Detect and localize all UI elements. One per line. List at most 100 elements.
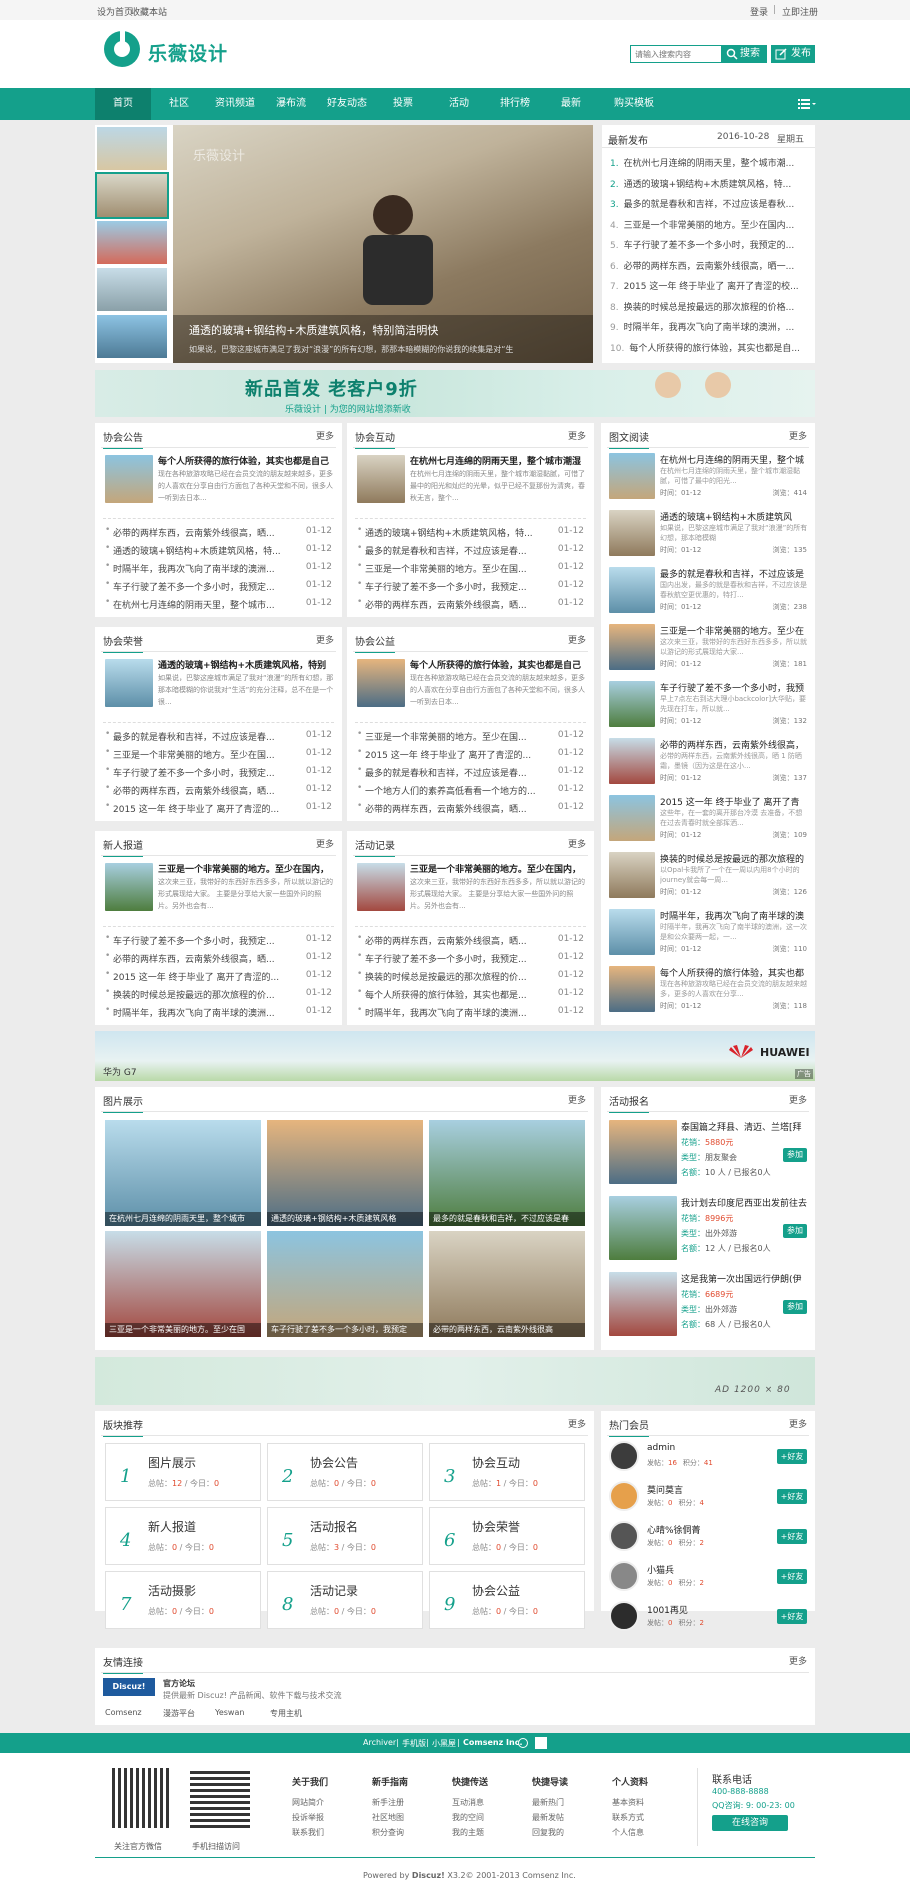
latest-item[interactable]: 1. 在杭州七月连绵的阴雨天里，整个城市潮...: [610, 156, 808, 168]
events-more[interactable]: 更多: [789, 1093, 807, 1106]
mobile-link[interactable]: 手机版: [402, 1738, 426, 1749]
forum-list-item[interactable]: 2015 这一年 终于毕业了 离开了青涩的... • 01-12: [105, 802, 332, 814]
links-more[interactable]: 更多: [789, 1654, 807, 1667]
board-tile[interactable]: 2 协会公告 总帖：0 / 今日：0: [267, 1443, 423, 1501]
forum-list-item[interactable]: 2015 这一年 终于毕业了 离开了青涩的... • 01-12: [357, 748, 584, 760]
forum-feature-image[interactable]: [357, 455, 405, 503]
image-read-thumb[interactable]: [609, 624, 655, 670]
latest-item[interactable]: 3. 最多的就是春秋和吉祥，不过应该是春秋...: [610, 197, 808, 209]
join-event-button[interactable]: 参加: [783, 1224, 807, 1238]
bookmark-link[interactable]: 收藏本站: [131, 5, 167, 18]
image-read-thumb[interactable]: [609, 795, 655, 841]
forum-feature-image[interactable]: [105, 659, 153, 707]
avatar[interactable]: [609, 1521, 639, 1551]
footer-link[interactable]: 最新热门: [532, 1795, 568, 1810]
nav-item-news[interactable]: 资讯频道: [207, 88, 263, 120]
forum-list-item[interactable]: 一个地方人们的素养高低看看一个地方的... • 01-12: [357, 784, 584, 796]
forum-list-item[interactable]: 时隔半年，我再次飞向了南半球的澳洲... • 01-12: [357, 1006, 584, 1018]
friend-link[interactable]: Comsenz: [105, 1708, 142, 1717]
slider-thumb[interactable]: [97, 315, 167, 358]
latest-item[interactable]: 4. 三亚是一个非常美丽的地方。至少在国内...: [610, 218, 808, 230]
official-forum-link[interactable]: 官方论坛: [163, 1678, 195, 1689]
forum-list-item[interactable]: 必带的两样东西，云南紫外线很高，晒... • 01-12: [357, 934, 584, 946]
slider-thumb[interactable]: [97, 127, 167, 170]
footer-link[interactable]: 我的主题: [452, 1825, 488, 1840]
image-read-thumb[interactable]: [609, 738, 655, 784]
image-read-item-title[interactable]: 三亚是一个非常美丽的地方。至少在: [660, 624, 808, 637]
footer-link[interactable]: 我的空间: [452, 1810, 488, 1825]
forum-list-item[interactable]: 必带的两样东西，云南紫外线很高，晒... • 01-12: [357, 802, 584, 814]
footer-link[interactable]: 基本资料: [612, 1795, 648, 1810]
nav-item-community[interactable]: 社区: [151, 88, 207, 120]
forum-feature-title[interactable]: 在杭州七月连绵的阴雨天里，整个城市潮湿: [410, 454, 586, 467]
forum-panel-more[interactable]: 更多: [568, 837, 586, 850]
forum-list-item[interactable]: 在杭州七月连绵的阴雨天里，整个城市... • 01-12: [105, 598, 332, 610]
forum-list-item[interactable]: 必带的两样东西，云南紫外线很高，晒... • 01-12: [105, 952, 332, 964]
footer-link[interactable]: 投诉举报: [292, 1810, 328, 1825]
forum-list-item[interactable]: 时隔半年，我再次飞向了南半球的澳洲... • 01-12: [105, 562, 332, 574]
board-tile[interactable]: 7 活动摄影 总帖：0 / 今日：0: [105, 1571, 261, 1629]
image-read-thumb[interactable]: [609, 909, 655, 955]
forum-panel-more[interactable]: 更多: [316, 633, 334, 646]
forum-list-item[interactable]: 车子行驶了差不多一个多小时，我预定... • 01-12: [105, 766, 332, 778]
gallery-more[interactable]: 更多: [568, 1093, 586, 1106]
menu-list-icon[interactable]: [798, 99, 816, 109]
huawei-banner[interactable]: 华为 G7 HUAWEI 广告: [95, 1031, 815, 1081]
forum-list-item[interactable]: 最多的就是春秋和吉祥，不过应该是春... • 01-12: [357, 766, 584, 778]
search-input[interactable]: [630, 45, 722, 63]
slider-thumb[interactable]: [97, 221, 167, 264]
board-tile[interactable]: 6 协会荣誉 总帖：0 / 今日：0: [429, 1507, 585, 1565]
register-link[interactable]: 立即注册: [782, 5, 818, 18]
image-read-item-title[interactable]: 在杭州七月连绵的阴雨天里，整个城: [660, 453, 808, 466]
nav-item-waterfall[interactable]: 瀑布流: [263, 88, 319, 120]
image-read-thumb[interactable]: [609, 510, 655, 556]
forum-list-item[interactable]: 三亚是一个非常美丽的地方。至少在国... • 01-12: [105, 748, 332, 760]
member-name[interactable]: 莫问莫言: [647, 1483, 683, 1496]
search-button[interactable]: 搜索: [722, 45, 767, 63]
member-name[interactable]: 1001再见: [647, 1603, 688, 1616]
online-consult-button[interactable]: 在线咨询: [712, 1815, 788, 1831]
image-read-item-title[interactable]: 必带的两样东西，云南紫外线很高，: [660, 738, 808, 751]
forum-feature-image[interactable]: [105, 863, 153, 911]
event-image[interactable]: [609, 1196, 677, 1260]
member-name[interactable]: admin: [647, 1443, 675, 1453]
event-image[interactable]: [609, 1272, 677, 1336]
nav-item-ranking[interactable]: 排行榜: [487, 88, 543, 120]
latest-item[interactable]: 9. 时隔半年，我再次飞向了南半球的澳洲，...: [610, 320, 808, 332]
event-title[interactable]: 这是我第一次出国远行伊朗(伊: [681, 1272, 809, 1285]
forum-feature-title[interactable]: 三亚是一个非常美丽的地方。至少在国内，: [158, 862, 334, 875]
image-read-thumb[interactable]: [609, 453, 655, 499]
image-read-thumb[interactable]: [609, 567, 655, 613]
add-friend-button[interactable]: +好友: [777, 1529, 807, 1544]
logo-icon[interactable]: [103, 30, 141, 68]
forum-list-item[interactable]: 最多的就是春秋和吉祥，不过应该是春... • 01-12: [357, 544, 584, 556]
slider-main-image[interactable]: 乐薇设计 通透的玻璃+钢结构+木质建筑风格，特别简洁明快 如果说，巴黎这座城市满…: [173, 125, 593, 363]
forum-list-item[interactable]: 车子行驶了差不多一个多小时，我预定... • 01-12: [357, 580, 584, 592]
footer-link[interactable]: 新手注册: [372, 1795, 408, 1810]
image-read-thumb[interactable]: [609, 852, 655, 898]
members-more[interactable]: 更多: [789, 1417, 807, 1430]
latest-item[interactable]: 10. 每个人所获得的旅行体验，其实也都是自...: [610, 341, 808, 353]
friend-link[interactable]: 漫游平台: [163, 1708, 195, 1719]
powered-by-brand[interactable]: Discuz!: [412, 1871, 445, 1880]
ad-banner[interactable]: AD 1200 × 80: [95, 1357, 815, 1405]
footer-link[interactable]: 网站简介: [292, 1795, 328, 1810]
nav-item-vote[interactable]: 投票: [375, 88, 431, 120]
footer-link[interactable]: 互动消息: [452, 1795, 488, 1810]
forum-panel-more[interactable]: 更多: [568, 429, 586, 442]
gallery-photo[interactable]: 在杭州七月连绵的阴雨天里，整个城市: [105, 1120, 261, 1226]
friend-link[interactable]: Yeswan: [215, 1708, 244, 1717]
gallery-photo[interactable]: 必带的两样东西，云南紫外线很高: [429, 1231, 585, 1337]
gallery-photo[interactable]: 通透的玻璃+钢结构+木质建筑风格: [267, 1120, 423, 1226]
board-tile[interactable]: 5 活动报名 总帖：3 / 今日：0: [267, 1507, 423, 1565]
latest-item[interactable]: 5. 车子行驶了差不多一个多小时，我预定的...: [610, 238, 808, 250]
forum-list-item[interactable]: 三亚是一个非常美丽的地方。至少在国... • 01-12: [357, 562, 584, 574]
forum-list-item[interactable]: 三亚是一个非常美丽的地方。至少在国... • 01-12: [357, 730, 584, 742]
nav-item-friends[interactable]: 好友动态: [319, 88, 375, 120]
gallery-photo[interactable]: 最多的就是春秋和吉祥，不过应该是春: [429, 1120, 585, 1226]
nav-item-latest[interactable]: 最新: [543, 88, 599, 120]
board-tile[interactable]: 4 新人报道 总帖：0 / 今日：0: [105, 1507, 261, 1565]
image-read-thumb[interactable]: [609, 681, 655, 727]
board-tile[interactable]: 3 协会互动 总帖：1 / 今日：0: [429, 1443, 585, 1501]
gallery-photo[interactable]: 三亚是一个非常美丽的地方。至少在国: [105, 1231, 261, 1337]
